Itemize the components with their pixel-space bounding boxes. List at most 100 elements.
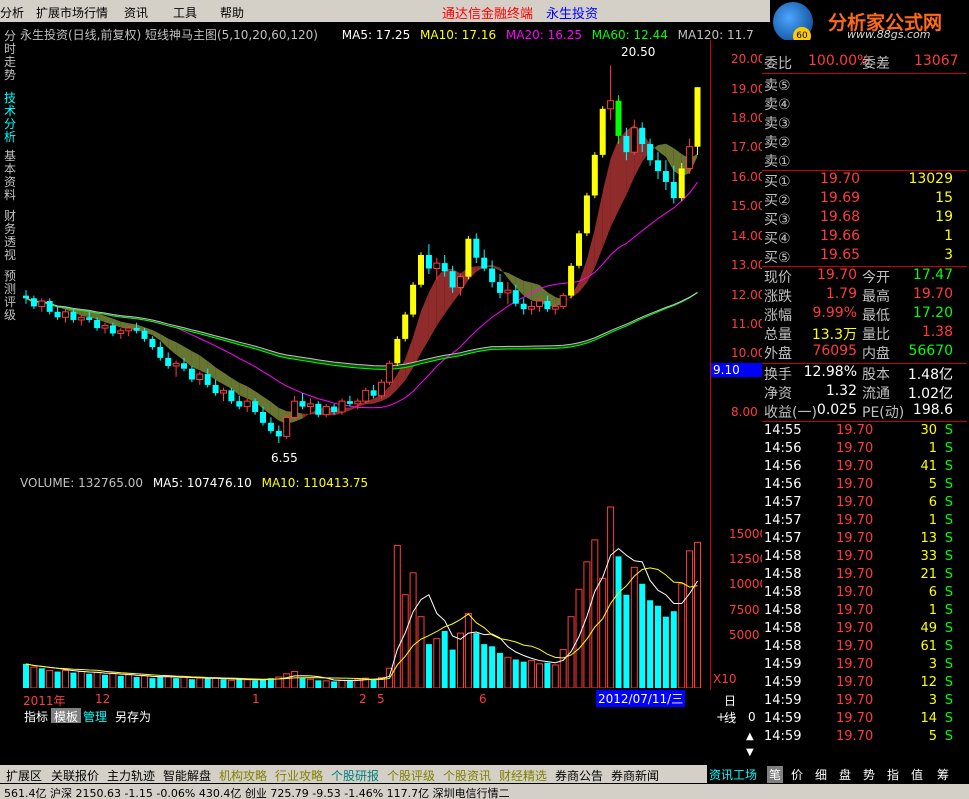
menu-item-analysis[interactable]: 分析	[0, 4, 24, 21]
tick-side: S	[944, 459, 953, 474]
fundamental-row: 收益(一) 0.025 PE(动) 198.6	[762, 402, 967, 421]
tick-time: 14:56	[764, 477, 802, 492]
volume-bar	[567, 616, 575, 688]
bid-row: 买⑤ 19.65 3	[762, 247, 967, 266]
volume-bar	[599, 577, 607, 688]
bid-volume: 1	[944, 228, 953, 244]
volume-chart[interactable]	[19, 492, 711, 688]
volume-bar	[227, 679, 235, 688]
volume-bar	[583, 561, 591, 688]
volume-bar	[559, 649, 567, 688]
date-tick: 6	[479, 692, 487, 706]
fund-label: PE(动)	[862, 405, 905, 421]
tab-price[interactable]: 价	[791, 766, 803, 783]
tab-rating[interactable]: 个股评级	[387, 767, 435, 784]
bid-price: 19.68	[820, 209, 861, 225]
scroll-down-icon[interactable]: ▼	[746, 747, 754, 758]
candle-body	[670, 181, 677, 199]
tick-volume: 3	[928, 693, 937, 708]
short-ma-ribbon	[215, 367, 224, 385]
tab-main-force[interactable]: 主力轨迹	[107, 767, 155, 784]
tab-financials[interactable]: 财务透视	[4, 210, 17, 262]
tab-trades[interactable]: 笔	[767, 766, 784, 783]
candlestick-chart[interactable]: 20.50 6.55	[19, 40, 711, 470]
short-ma-ribbon	[239, 382, 248, 399]
candle-body	[544, 301, 551, 310]
tab-chips[interactable]: 筹	[937, 766, 949, 783]
zoom-reset-button[interactable]: 0	[748, 710, 756, 724]
tab-save-as[interactable]: 另存为	[112, 708, 154, 724]
candle-body	[489, 268, 496, 283]
volume-bar	[236, 679, 243, 688]
tab-value[interactable]: 值	[911, 766, 923, 783]
menu-item-news[interactable]: 资讯	[124, 4, 148, 21]
tick-price: 19.70	[836, 621, 874, 636]
tab-institution[interactable]: 机构攻略	[219, 767, 267, 784]
tab-smart-analysis[interactable]: 智能解盘	[163, 767, 211, 784]
menu-item-help[interactable]: 帮助	[220, 4, 244, 21]
tab-stock-news[interactable]: 个股资讯	[443, 767, 491, 784]
tab-research[interactable]: 个股研报	[331, 767, 379, 784]
volume-bar	[299, 678, 306, 688]
tab-basic-info[interactable]: 基本资料	[4, 150, 17, 202]
tick-time: 14:59	[764, 657, 802, 672]
bid-volume: 15	[935, 190, 953, 206]
volume-bar	[393, 544, 401, 688]
tab-extension[interactable]: 扩展区	[6, 767, 42, 784]
tick-row: 14:59 19.70 3 S	[762, 693, 967, 711]
volume-bar	[425, 644, 432, 688]
tab-indicator[interactable]: 指标	[21, 708, 51, 724]
tick-price: 19.70	[836, 513, 874, 528]
ask-label: 卖③	[764, 116, 791, 132]
menu-item-extended-market[interactable]: 扩展市场行情	[36, 4, 108, 21]
volume-bar	[70, 672, 77, 688]
volume-bar	[212, 677, 220, 688]
tab-finance-picks[interactable]: 财经精选	[499, 767, 547, 784]
tab-intraday[interactable]: 分时走势	[4, 30, 17, 82]
tick-price: 19.70	[836, 495, 874, 510]
ask-label: 卖②	[764, 135, 791, 151]
tab-related-quote[interactable]: 关联报价	[51, 767, 99, 784]
tick-volume: 14	[920, 711, 937, 726]
tab-book[interactable]: 盘	[839, 766, 851, 783]
tab-trend[interactable]: 势	[863, 766, 875, 783]
candle-body	[30, 298, 37, 307]
volume-bar	[260, 679, 266, 688]
tab-manage[interactable]: 管理	[80, 708, 110, 724]
tab-forecast-rating[interactable]: 预测评级	[4, 270, 17, 322]
tab-broker-notice[interactable]: 券商公告	[555, 767, 603, 784]
ask-row: 卖⑤	[762, 75, 967, 94]
tab-index[interactable]: 指	[887, 766, 899, 783]
tab-technical-analysis[interactable]: 技术分析	[4, 92, 17, 144]
tick-price: 19.70	[836, 531, 874, 546]
quote-stat-row: 现价 19.70 今开 17.47	[762, 267, 967, 286]
short-ma-ribbon	[160, 334, 169, 349]
volume-bar	[662, 616, 669, 688]
candle-body	[630, 127, 638, 153]
menu-item-tools[interactable]: 工具	[173, 4, 197, 21]
zoom-in-button[interactable]: +	[716, 710, 726, 724]
tick-volume: 1	[928, 441, 937, 456]
zoom-out-button[interactable]: -	[732, 710, 736, 724]
quote-stat-row: 总量 13.3万 量比 1.38	[762, 324, 967, 343]
ask-row: 卖②	[762, 132, 967, 151]
tab-template[interactable]: 模板	[51, 708, 82, 724]
tab-info-workshop[interactable]: 资讯工场	[709, 766, 757, 783]
short-ma-ribbon	[247, 386, 256, 403]
tab-detail[interactable]: 细	[815, 766, 827, 783]
candle-body	[220, 389, 227, 394]
stat-label: 内盘	[862, 346, 890, 362]
candle-body	[331, 406, 338, 412]
tab-broker-news[interactable]: 券商新闻	[611, 767, 659, 784]
tick-volume: 61	[920, 639, 937, 654]
quote-panel: 委比 100.00% 委差 13067 卖⑤ 卖④ 卖③ 卖② 卖① 买① 19.…	[762, 40, 969, 765]
fund-label: 换手	[764, 367, 792, 383]
tab-industry[interactable]: 行业攻略	[275, 767, 323, 784]
tick-side: S	[944, 657, 953, 672]
volume-bar	[615, 556, 622, 688]
scroll-up-icon[interactable]: ▲	[746, 731, 754, 742]
candle-body	[23, 295, 29, 299]
candle-body	[599, 108, 606, 155]
volume-bar	[291, 671, 299, 688]
fund-value: 1.48亿	[907, 367, 953, 383]
